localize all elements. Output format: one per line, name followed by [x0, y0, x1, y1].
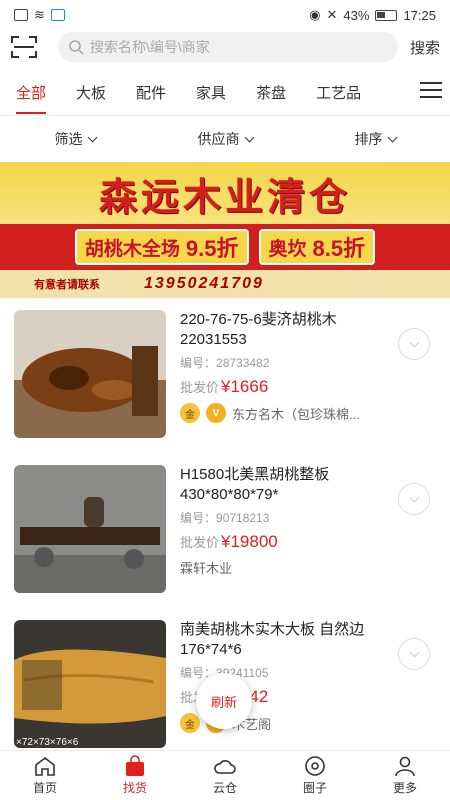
banner-right-label: 奥坎 [268, 238, 307, 260]
wifi-icon: ≋ [34, 7, 45, 22]
price-row: 批发价 ¥19800 [180, 532, 390, 552]
eye-icon: ◉ [309, 7, 321, 22]
product-code: 编号：28733482 [180, 354, 390, 371]
verified-badge-icon: V [206, 403, 226, 423]
search-header: 搜索名称\编号\商家 搜索 [0, 30, 450, 64]
nav-more-label: 更多 [392, 781, 417, 795]
banner-right-discount: 8.5折 [312, 236, 366, 261]
list-item[interactable]: H1580北美黑胡桃整板430*80*80*79* 编号：90718213 批发… [0, 455, 450, 610]
sim-icon [14, 9, 28, 21]
gold-badge-icon: 金 [180, 713, 200, 733]
product-code: 编号：90718213 [180, 509, 390, 526]
tab-slab[interactable]: 大板 [76, 82, 106, 103]
banner-contact: 有意者请联系 [34, 279, 100, 291]
product-code-label: 编号： [180, 356, 217, 370]
promo-banner[interactable]: 森远木业清仓 胡桃木全场 9.5折 奥坎 8.5折 有意者请联系 1395024… [0, 162, 450, 298]
nav-find[interactable]: 找货 [90, 751, 180, 800]
supplier-filter-button[interactable]: 供应商 [150, 118, 300, 160]
shopping-bag-icon [126, 755, 144, 776]
circle-target-icon [305, 756, 325, 776]
nav-circle-label: 圈子 [302, 781, 327, 795]
chevron-down-icon [409, 492, 419, 502]
filter-button[interactable]: 筛选 [0, 118, 150, 160]
filter-label: 筛选 [54, 131, 83, 147]
search-button[interactable]: 搜索 [410, 37, 440, 58]
nav-home-label: 首页 [32, 781, 57, 795]
tab-tea-tray[interactable]: 茶盘 [256, 82, 286, 103]
search-input[interactable]: 搜索名称\编号\商家 [58, 32, 398, 62]
tab-all[interactable]: 全部 [16, 82, 47, 114]
product-code-value: 90718213 [216, 511, 270, 525]
chevron-down-icon [409, 337, 419, 347]
status-bar: ≋ ◉ ✕ 43% 17:25 [0, 0, 450, 30]
banner-left-discount: 9.5折 [185, 236, 239, 261]
battery-icon [375, 9, 398, 21]
supplier-label: 供应商 [197, 131, 240, 147]
shop-row: 霖轩木业 [180, 558, 390, 577]
shop-name[interactable]: 东方名木（包珍珠棉... [232, 404, 360, 423]
banner-right-offer: 奥坎 8.5折 [258, 229, 376, 265]
chevron-down-icon [87, 132, 97, 142]
nav-more[interactable]: 更多 [360, 751, 450, 800]
nav-cloud[interactable]: 云仓 [180, 751, 270, 800]
scan-icon[interactable] [10, 35, 38, 59]
nav-cloud-label: 云仓 [212, 781, 237, 795]
product-code-value: 28733482 [216, 356, 270, 370]
product-name: H1580北美黑胡桃整板430*80*80*79* [180, 466, 330, 503]
tab-crafts[interactable]: 工艺品 [316, 82, 361, 103]
price-row: 批发价 ¥1666 [180, 377, 390, 397]
nav-home[interactable]: 首页 [0, 751, 90, 800]
image-caption: ×72×73×76×6 [16, 737, 79, 748]
category-tabs: 全部 大板 配件 家具 茶盘 工艺品 [0, 70, 450, 116]
cloud-icon [214, 760, 236, 774]
list-item[interactable]: 220-76-75-6斐济胡桃木22031553 编号：28733482 批发价… [0, 300, 450, 455]
product-code-label: 编号： [180, 511, 217, 525]
search-icon [69, 40, 84, 55]
refresh-button[interactable]: 刷新 [196, 673, 252, 729]
mute-icon: ✕ [326, 7, 338, 22]
nav-circle[interactable]: 圈子 [270, 751, 360, 800]
chevron-down-icon [244, 132, 254, 142]
sort-label: 排序 [354, 131, 383, 147]
banner-title: 森远木业清仓 [98, 173, 351, 219]
search-placeholder: 搜索名称\编号\商家 [90, 39, 210, 55]
price-label: 批发价 [180, 535, 220, 550]
expand-button[interactable] [398, 328, 430, 360]
shop-row: 金 V 东方名木（包珍珠棉... [180, 403, 390, 423]
shop-name[interactable]: 霖轩木业 [180, 558, 232, 577]
expand-button[interactable] [398, 638, 430, 670]
product-price: ¥19800 [221, 532, 278, 551]
menu-icon[interactable] [420, 82, 442, 100]
chevron-down-icon [409, 647, 419, 657]
product-image[interactable] [14, 310, 166, 438]
bottom-nav: 首页 找货 云仓 圈子 更多 [0, 750, 450, 800]
product-price: ¥1666 [221, 377, 269, 396]
chevron-down-icon [387, 132, 397, 142]
user-icon [395, 756, 415, 777]
filter-bar: 筛选 供应商 排序 [0, 118, 450, 160]
tab-furniture[interactable]: 家具 [196, 82, 226, 103]
clock: 17:25 [403, 7, 436, 23]
product-name: 南美胡桃木实木大板 自然边176*74*6 [180, 621, 365, 658]
product-image[interactable] [14, 465, 166, 593]
product-name: 220-76-75-6斐济胡桃木22031553 [180, 311, 337, 348]
banner-left-label: 胡桃木全场 [84, 238, 180, 260]
home-icon [35, 756, 55, 776]
price-label: 批发价 [180, 380, 220, 395]
sort-button[interactable]: 排序 [300, 118, 450, 160]
nav-find-label: 找货 [122, 781, 147, 795]
expand-button[interactable] [398, 483, 430, 515]
banner-phone: 13950241709 [144, 275, 264, 292]
product-image[interactable]: ×72×73×76×6 [14, 620, 166, 748]
battery-percent: 43% [343, 7, 370, 23]
tab-parts[interactable]: 配件 [136, 82, 166, 103]
gold-badge-icon: 金 [180, 403, 200, 423]
shield-icon [50, 9, 65, 21]
banner-left-offer: 胡桃木全场 9.5折 [74, 229, 249, 265]
